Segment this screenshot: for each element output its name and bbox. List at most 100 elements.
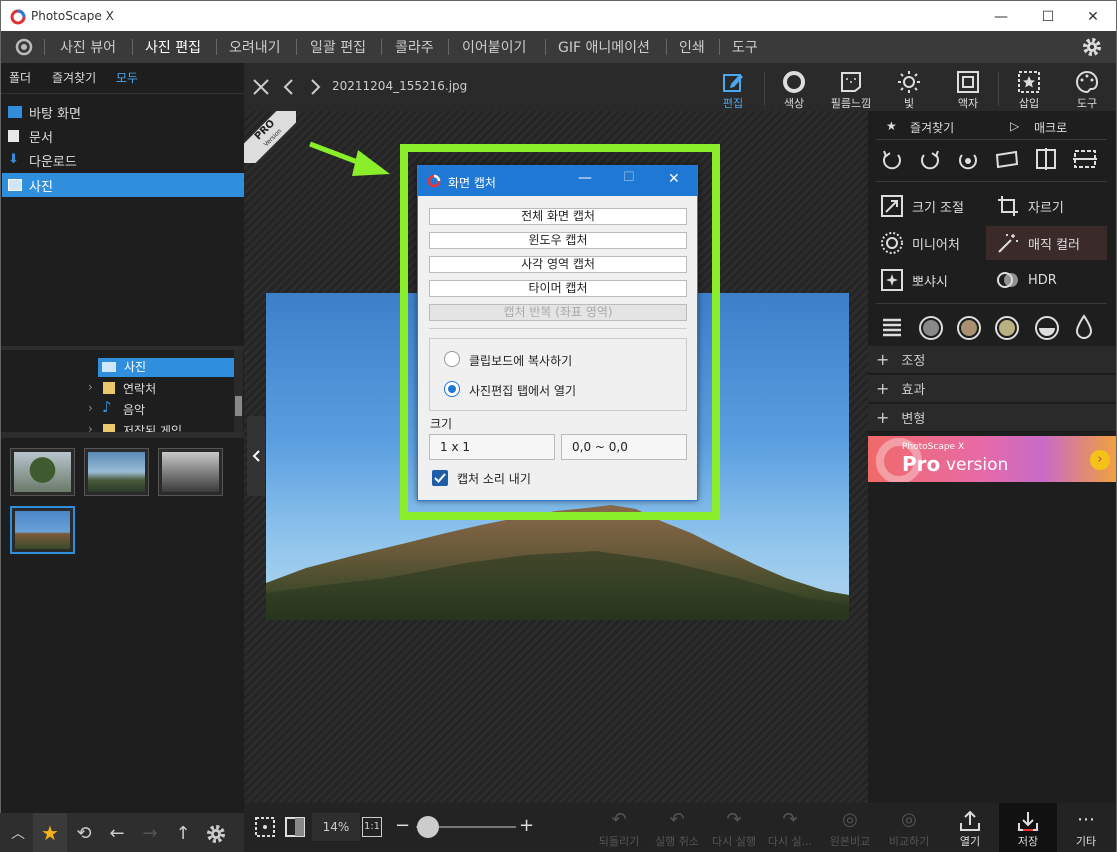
tab-insert[interactable]: 삽입 — [1000, 69, 1058, 111]
tree-item-music[interactable]: 음악 — [123, 401, 145, 418]
zoom-out-button[interactable]: − — [395, 815, 410, 836]
region-capture-button[interactable]: 사각 영역 캡처 — [429, 256, 687, 273]
capture-sound-checkbox[interactable] — [432, 470, 448, 486]
straighten-icon[interactable] — [994, 147, 1020, 171]
refresh-icon[interactable]: ⟲ — [72, 821, 96, 845]
open-button[interactable]: 열기 — [942, 809, 998, 849]
zoom-slider-handle[interactable] — [417, 816, 439, 838]
thumbnail-mountain-selected[interactable] — [10, 506, 75, 554]
menu-batch[interactable]: 일괄 편집 — [310, 37, 366, 57]
chevron-up-icon[interactable]: ︿ — [6, 821, 30, 845]
menu-combine[interactable]: 이어붙이기 — [462, 37, 526, 57]
tab-all[interactable]: 모두 — [116, 69, 138, 86]
thumbnail-landscape[interactable] — [84, 448, 149, 496]
folder-pictures[interactable]: 사진 — [2, 173, 244, 197]
clipboard-radio[interactable] — [444, 351, 460, 367]
split-view-icon[interactable] — [284, 816, 306, 838]
dialog-title-bar[interactable]: 화면 캡처 — ☐ ✕ — [418, 166, 697, 196]
forward-arrow-icon[interactable]: → — [138, 821, 162, 845]
dialog-minimize-button[interactable]: — — [578, 170, 592, 186]
save-button[interactable]: 저장 — [1000, 809, 1056, 849]
crop-tool[interactable]: 자르기 — [986, 189, 1107, 223]
tab-favorites[interactable]: 즐겨찾기 — [52, 69, 96, 86]
zoom-in-button[interactable]: + — [519, 815, 534, 836]
repeat-capture-button[interactable]: 캡처 반복 (좌표 영역) — [429, 304, 687, 321]
open-in-editor-radio[interactable] — [444, 381, 460, 397]
tree-item-contacts[interactable]: 연락처 — [123, 380, 156, 397]
collapse-left-panel-handle[interactable] — [247, 416, 265, 496]
tab-tools[interactable]: 도구 — [1058, 69, 1116, 111]
rotate-left-icon[interactable] — [880, 147, 904, 171]
actual-size-button[interactable]: 1:1 — [362, 817, 382, 837]
tree-item-pictures[interactable]: 사진 — [98, 358, 234, 377]
menu-print[interactable]: 인쇄 — [679, 37, 705, 57]
thumbnail-blur[interactable] — [158, 448, 223, 496]
list-adjust-icon[interactable] — [880, 315, 904, 339]
star-icon[interactable]: ★ — [38, 821, 62, 845]
tab-folders[interactable]: 폴더 — [9, 69, 31, 86]
tab-film[interactable]: 필름느낌 — [822, 69, 880, 111]
more-button[interactable]: ⋯ 기타 — [1058, 809, 1114, 849]
macro-button[interactable]: 매크로 — [1034, 119, 1067, 136]
resize-tool[interactable]: 크기 조절 — [870, 189, 980, 223]
minimize-button[interactable]: — — [978, 1, 1024, 32]
tree-scrollbar[interactable] — [234, 350, 243, 432]
compare-original-button[interactable]: ◎ 원본비교 — [822, 809, 878, 849]
section-effects[interactable]: + 효과 — [868, 375, 1116, 403]
maximize-button[interactable]: ☐ — [1025, 1, 1071, 32]
tab-frame[interactable]: 액자 — [939, 69, 997, 111]
droplet-icon[interactable] — [1074, 314, 1094, 340]
rotate-right-icon[interactable] — [918, 147, 942, 171]
menu-tools[interactable]: 도구 — [732, 37, 758, 57]
section-adjust[interactable]: + 조정 — [868, 346, 1116, 374]
redo-all-button[interactable]: ↷ 다시 실... — [762, 809, 818, 849]
rotate-free-icon[interactable] — [956, 147, 980, 171]
brightness-dial-icon[interactable] — [918, 315, 944, 341]
menu-photo-viewer[interactable]: 사진 뷰어 — [60, 37, 116, 57]
select-region-icon[interactable] — [254, 816, 276, 838]
back-arrow-icon[interactable]: ← — [105, 821, 129, 845]
section-transform[interactable]: + 변형 — [868, 404, 1116, 432]
saturation-dial-icon[interactable] — [994, 315, 1020, 341]
tab-light[interactable]: 빛 — [880, 69, 938, 111]
folder-downloads[interactable]: ⬇ 다운로드 — [2, 148, 244, 172]
miniature-tool[interactable]: 미니어처 — [870, 226, 980, 260]
undo-button[interactable]: ↶ 실행 취소 — [649, 809, 705, 849]
menu-gif[interactable]: GIF 애니메이션 — [558, 37, 650, 57]
settings-gear-icon[interactable] — [205, 823, 227, 845]
folder-documents[interactable]: 문서 — [2, 124, 244, 148]
menu-photo-edit[interactable]: 사진 편집 — [145, 37, 201, 57]
close-image-icon[interactable] — [252, 78, 270, 96]
redo-button[interactable]: ↷ 다시 실행 — [706, 809, 762, 849]
timer-capture-button[interactable]: 타이머 캡처 — [429, 280, 687, 297]
settings-gear-icon[interactable] — [1081, 36, 1103, 58]
favorites-button[interactable]: 즐겨찾기 — [910, 119, 954, 136]
hdr-tool[interactable]: HDR — [986, 263, 1107, 297]
flip-vertical-icon[interactable] — [1072, 147, 1098, 171]
tab-edit[interactable]: 편집 — [704, 69, 762, 111]
dialog-close-button[interactable]: ✕ — [668, 171, 680, 187]
bloom-tool[interactable]: 뽀샤시 — [870, 263, 980, 297]
home-icon[interactable] — [13, 37, 35, 57]
pro-version-banner[interactable]: PhotoScape X Pro version › — [868, 436, 1116, 482]
previous-image-icon[interactable] — [282, 78, 294, 96]
half-tone-icon[interactable] — [1034, 315, 1060, 341]
compare-button[interactable]: ◎ 비교하기 — [881, 809, 937, 849]
flip-horizontal-icon[interactable] — [1034, 147, 1058, 171]
close-button[interactable]: ✕ — [1070, 1, 1116, 32]
thumbnail-tree[interactable] — [10, 448, 75, 496]
tab-color[interactable]: 색상 — [765, 69, 823, 111]
fullscreen-capture-button[interactable]: 전체 화면 캡처 — [429, 208, 687, 225]
menu-cut-out[interactable]: 오려내기 — [229, 37, 281, 57]
zoom-level[interactable]: 14% — [312, 813, 360, 841]
magic-color-tool[interactable]: 매직 컬러 — [986, 226, 1107, 260]
up-arrow-icon[interactable]: ↑ — [171, 821, 195, 845]
dialog-maximize-button[interactable]: ☐ — [623, 170, 635, 185]
pro-version-badge[interactable]: PRO Version — [244, 111, 296, 163]
warm-dial-icon[interactable] — [956, 315, 982, 341]
tree-item-saved-games[interactable]: 저장된 게임 — [123, 422, 182, 432]
window-capture-button[interactable]: 윈도우 캡처 — [429, 232, 687, 249]
next-image-icon[interactable] — [310, 78, 322, 96]
menu-collage[interactable]: 콜라주 — [395, 37, 434, 57]
folder-desktop[interactable]: 바탕 화면 — [2, 100, 244, 124]
